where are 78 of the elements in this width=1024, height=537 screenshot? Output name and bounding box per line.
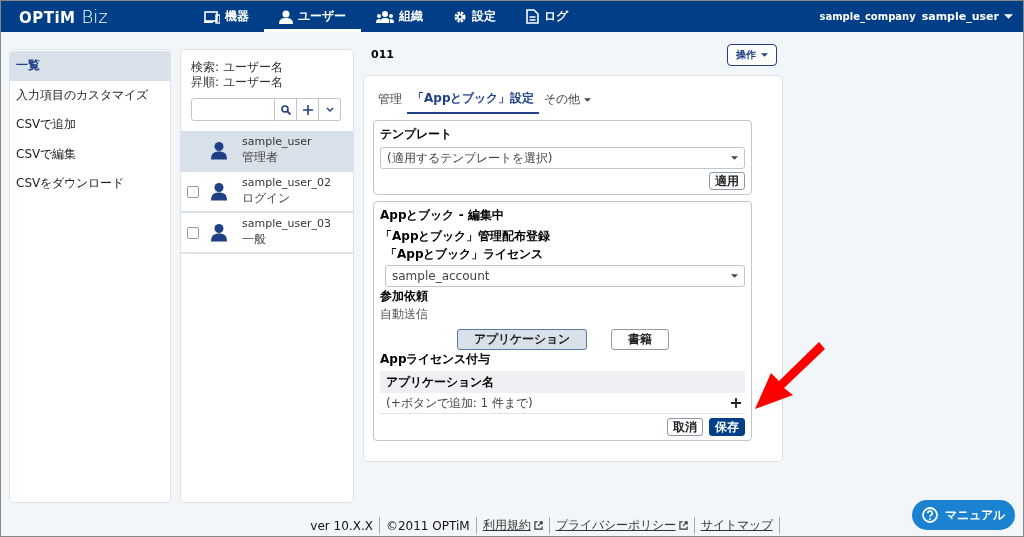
user-icon (279, 9, 293, 24)
user-name: sample_user_03 (242, 217, 331, 230)
sort-info: 昇順: ユーザー名 (191, 75, 284, 90)
settings-icon (453, 9, 467, 24)
license-select[interactable]: sample_account (385, 265, 745, 287)
caret-icon (731, 274, 738, 278)
template-select[interactable]: (適用するテンプレートを選択) (380, 147, 745, 169)
sidebar-item[interactable]: 一覧 (10, 51, 170, 81)
person-icon (211, 223, 227, 242)
footer-text: ©2011 OPTiM (385, 518, 470, 533)
field-label: Appライセンス付与 (380, 351, 492, 368)
user-row[interactable]: sample_user 管理者 (181, 131, 353, 172)
person-icon (211, 141, 227, 160)
cancel-button[interactable]: 取消 (667, 418, 703, 436)
manual-button[interactable]: マニュアル (912, 500, 1015, 530)
help-icon (922, 507, 938, 523)
logo-suffix: Biz (81, 6, 108, 27)
plus-icon (302, 104, 313, 115)
nav-tab[interactable]: ログ (511, 1, 583, 32)
user-row[interactable]: sample_user_02 ログイン (181, 172, 353, 213)
caret-icon (761, 52, 768, 57)
tab[interactable]: その他 (539, 82, 597, 114)
user-role: 一般 (242, 231, 267, 248)
nav-tab[interactable]: 機器 (189, 1, 264, 32)
user-menu[interactable]: sample_user (921, 10, 1013, 23)
user-role: 管理者 (242, 149, 279, 166)
actions-button[interactable]: 操作 (727, 43, 777, 66)
expand-button[interactable] (319, 98, 341, 121)
footer-text: ver 10.X.X (310, 518, 373, 533)
devices-icon (204, 9, 220, 24)
user-name: sample_user (242, 135, 312, 148)
caret-icon (1004, 14, 1013, 19)
search-button[interactable] (275, 98, 297, 121)
table-header: アプリケーション名 (380, 371, 745, 393)
user-name: sample_user_02 (242, 176, 331, 189)
plus-icon (731, 398, 741, 408)
search-field[interactable] (191, 98, 275, 121)
sidebar-item[interactable]: CSVで追加 (10, 110, 170, 140)
footer-link[interactable]: プライバシーポリシー (555, 517, 676, 534)
nav-tab[interactable]: ユーザー (264, 1, 361, 32)
toggle-button[interactable]: アプリケーション (456, 329, 587, 350)
company-name: sample_company (819, 11, 916, 22)
nav-tab[interactable]: 組織 (361, 1, 438, 32)
tab[interactable]: 「Appとブック」設定 (407, 82, 540, 114)
detail-title: 011 (371, 48, 394, 61)
tab[interactable]: 管理 (373, 82, 407, 114)
checkbox[interactable] (187, 185, 199, 198)
caret-icon (731, 156, 738, 160)
external-link-icon (678, 521, 688, 530)
sidebar-item[interactable]: 入力項目のカスタマイズ (10, 80, 170, 110)
sidebar-item[interactable]: CSVをダウンロード (10, 169, 170, 199)
external-link-icon (533, 521, 543, 530)
table-hint: (+ボタンで追加: 1 件まで) (386, 394, 533, 412)
logo: OPTiM (19, 9, 76, 27)
add-button[interactable] (297, 98, 319, 121)
document-icon (526, 9, 539, 24)
user-role: ログイン (242, 190, 291, 207)
search-icon (280, 104, 291, 115)
save-button[interactable]: 保存 (709, 418, 745, 436)
caret-icon (584, 97, 592, 102)
toggle-button[interactable]: 書籍 (610, 329, 669, 350)
nav-tab[interactable]: 設定 (438, 1, 511, 32)
field-label: 参加依頼 (380, 288, 429, 305)
user-row[interactable]: sample_user_03 一般 (181, 213, 353, 254)
footer-link[interactable]: サイトマップ (700, 517, 773, 534)
checkbox[interactable] (187, 226, 199, 239)
group-icon (376, 9, 394, 24)
chevron-down-icon (325, 107, 334, 112)
footer-link[interactable]: 利用規約 (482, 517, 531, 534)
subsection-label: 「Appとブック」管理配布登録 (380, 228, 552, 245)
field-label: 「Appとブック」ライセンス (385, 246, 545, 263)
apply-button[interactable]: 適用 (709, 172, 745, 190)
sidebar-item[interactable]: CSVで編集 (10, 139, 170, 169)
field-value: 自動送信 (380, 306, 429, 323)
section-title: Appとブック - 編集中 (380, 207, 505, 224)
person-icon (211, 182, 227, 201)
section-title: テンプレート (380, 126, 453, 143)
search-info: 検索: ユーザー名 (191, 60, 284, 75)
